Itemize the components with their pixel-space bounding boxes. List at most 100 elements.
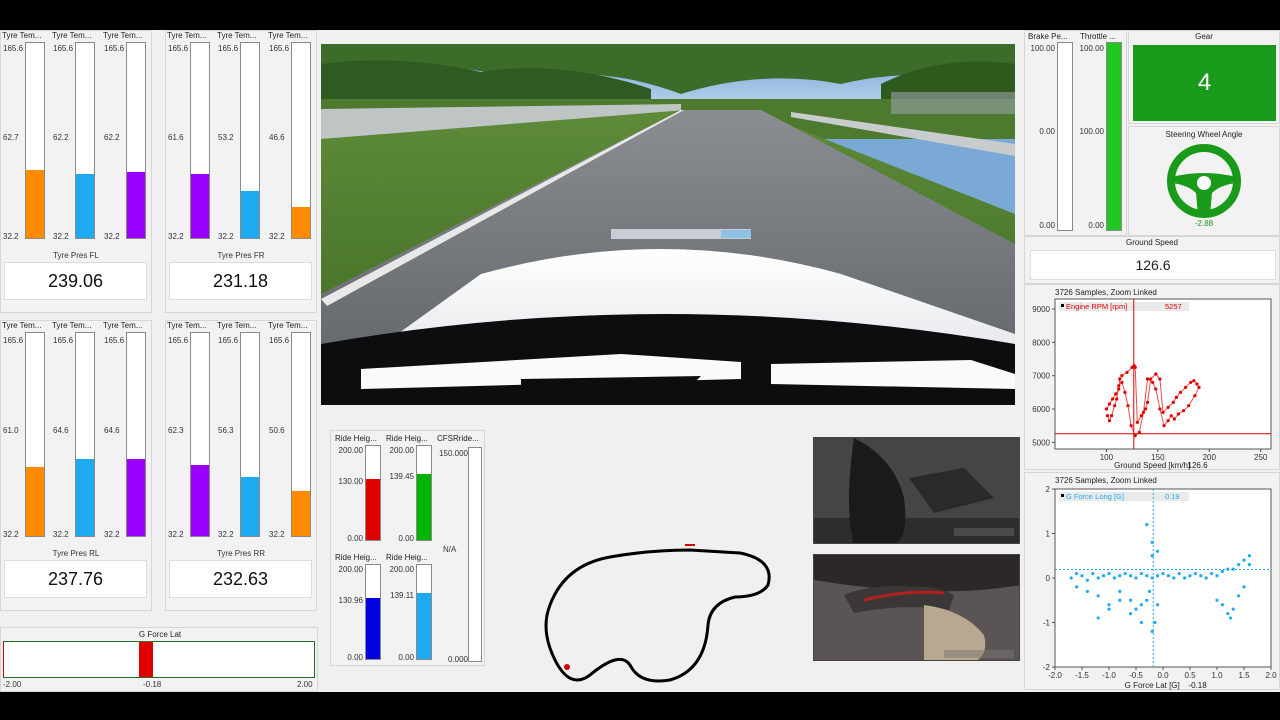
g-force-lat-max: 2.00 bbox=[297, 680, 313, 689]
chart-title: 3726 Samples, Zoom Linked bbox=[1055, 288, 1157, 297]
letterbox-bottom bbox=[0, 692, 1280, 720]
ride-height-fill bbox=[417, 593, 431, 659]
rpm-speed-chart[interactable]: 3726 Samples, Zoom Linked Engine RPM [rpm… bbox=[1025, 285, 1280, 471]
suspension-cam-rear-image bbox=[814, 555, 1019, 660]
g-force-lat-panel: G Force Lat -2.00 -0.18 2.00 bbox=[0, 627, 318, 692]
tyre-temp-label: Tyre Tem... bbox=[2, 321, 42, 330]
chart-ytick-label: 9000 bbox=[1032, 305, 1050, 314]
tyre-temp-max: 165.6 bbox=[168, 44, 189, 53]
tyre-temp-tube bbox=[291, 42, 311, 239]
chart-xlabel: G Force Lat [G] bbox=[1125, 681, 1180, 690]
ride-height-value: 139.45 bbox=[389, 472, 414, 482]
chart-xtick-label: 100 bbox=[1100, 453, 1114, 462]
ride-height-fl: Ride Heig... 200.00 130.00 0.00 bbox=[333, 434, 383, 544]
chart-legend-swatch bbox=[1061, 304, 1064, 307]
ride-height-fill bbox=[417, 474, 431, 540]
ride-height-min: 0.00 bbox=[347, 534, 363, 543]
g-force-lat-track bbox=[3, 641, 315, 678]
ride-height-max: 200.00 bbox=[389, 446, 414, 455]
throttle-mid: 100.00 bbox=[1079, 127, 1104, 136]
chart-point bbox=[1242, 558, 1246, 562]
chart-point bbox=[1177, 571, 1181, 576]
tyre-temp-fill bbox=[191, 173, 209, 238]
chart-point bbox=[1188, 574, 1192, 578]
tyre-temp-min: 32.2 bbox=[104, 530, 120, 539]
cfsr-tube bbox=[468, 447, 482, 662]
gear-panel: Gear 4 bbox=[1128, 30, 1280, 124]
tyre-pressure-value: 231.18 bbox=[169, 262, 312, 300]
suspension-cam-rear[interactable] bbox=[813, 554, 1020, 661]
chart-point bbox=[1091, 571, 1095, 576]
chart-point bbox=[1118, 589, 1122, 593]
chart-point bbox=[1166, 574, 1170, 578]
tyre-temp-fill bbox=[292, 491, 310, 536]
ride-height-label: Ride Heig... bbox=[335, 434, 377, 443]
brake-mid: 0.00 bbox=[1039, 127, 1055, 136]
ground-speed-value: 126.6 bbox=[1135, 257, 1171, 273]
tyre-temp-min: 32.2 bbox=[53, 530, 69, 539]
tyre-temp-min: 32.2 bbox=[3, 530, 19, 539]
onboard-video[interactable] bbox=[321, 44, 1015, 405]
tyre-temp-min: 32.2 bbox=[218, 530, 234, 539]
chart-point bbox=[1228, 616, 1233, 620]
tyre-temp-max: 165.6 bbox=[3, 336, 24, 345]
chart-cursor-value: 5257 bbox=[1165, 302, 1182, 311]
g-force-lat-marker bbox=[138, 642, 153, 677]
tyre-pressure-label: Tyre Pres RL bbox=[52, 549, 100, 558]
g-force-lat-label: G Force Lat bbox=[138, 630, 182, 639]
tyre-temp-fill bbox=[26, 466, 44, 536]
chart-ytick-label: 7000 bbox=[1032, 372, 1050, 381]
tyre-temp-tube bbox=[190, 332, 210, 537]
tyre-temp-label: Tyre Tem... bbox=[2, 31, 42, 40]
tyre-temp-label: Tyre Tem... bbox=[103, 31, 143, 40]
chart-point bbox=[1129, 598, 1133, 602]
onboard-scene bbox=[321, 44, 1015, 405]
chart-point bbox=[1080, 574, 1084, 578]
chart-point bbox=[1172, 576, 1176, 580]
g-force-chart[interactable]: 3726 Samples, Zoom Linked G Force Long [G… bbox=[1025, 473, 1280, 691]
chart-point bbox=[1237, 563, 1241, 567]
chart-point bbox=[1112, 576, 1116, 580]
suspension-cam-front[interactable] bbox=[813, 437, 1020, 544]
car-position-marker bbox=[564, 664, 570, 670]
ground-speed-box: 126.6 bbox=[1030, 250, 1276, 280]
chart-point bbox=[1145, 598, 1149, 602]
chart-title: 3726 Samples, Zoom Linked bbox=[1055, 476, 1157, 485]
chart-point bbox=[1145, 523, 1149, 527]
rpm-speed-chart-panel: 3726 Samples, Zoom Linked Engine RPM [rpm… bbox=[1024, 284, 1280, 470]
tyre-temp-max: 165.6 bbox=[53, 336, 74, 345]
chart-x-cursor-label: -0.18 bbox=[1188, 681, 1207, 690]
brake-tube bbox=[1057, 42, 1073, 231]
g-force-lat-value: -0.18 bbox=[143, 680, 162, 689]
tyre-pressure-label: Tyre Pres FR bbox=[217, 251, 265, 260]
tyre-temp-max: 165.6 bbox=[104, 44, 125, 53]
throttle-gauge: Throttle ... 100.00 100.00 0.00 bbox=[1077, 31, 1127, 235]
chart-point bbox=[1204, 576, 1208, 580]
tyre-temp-tube bbox=[126, 42, 146, 239]
chart-xtick-label: -0.5 bbox=[1129, 671, 1143, 680]
tyre-pressure-label: Tyre Pres RR bbox=[216, 549, 265, 558]
chart-point bbox=[1069, 576, 1073, 580]
g-force-chart-panel: 3726 Samples, Zoom Linked G Force Long [G… bbox=[1024, 472, 1280, 690]
tyre-temp-mid: 62.2 bbox=[53, 132, 69, 142]
ride-height-rl: Ride Heig... 200.00 130.96 0.00 bbox=[333, 553, 383, 663]
cfsr-max: 150.000 bbox=[439, 449, 468, 458]
tyre-temp-min: 32.2 bbox=[3, 232, 19, 241]
chart-point bbox=[1247, 554, 1251, 558]
chart-point bbox=[1096, 594, 1100, 598]
tyre-temp-fill bbox=[26, 169, 44, 238]
tyre-temp-label: Tyre Tem... bbox=[167, 31, 207, 40]
chart-xtick-label: -2.0 bbox=[1048, 671, 1062, 680]
tyre-temp-max: 165.6 bbox=[269, 44, 290, 53]
tyre-temp-mid: 56.3 bbox=[218, 426, 234, 436]
tyre-temp-fill bbox=[241, 191, 259, 238]
steering-value: -2.88 bbox=[1194, 219, 1214, 228]
tyre-temp-fill bbox=[191, 464, 209, 536]
ground-speed-label: Ground Speed bbox=[1125, 238, 1179, 247]
chart-point bbox=[1118, 574, 1122, 578]
tyre-temp-mid: 62.2 bbox=[104, 132, 120, 142]
chart-point bbox=[1139, 620, 1143, 625]
ride-height-max: 200.00 bbox=[389, 565, 414, 574]
chart-point bbox=[1118, 598, 1122, 602]
chart-point bbox=[1156, 574, 1160, 578]
